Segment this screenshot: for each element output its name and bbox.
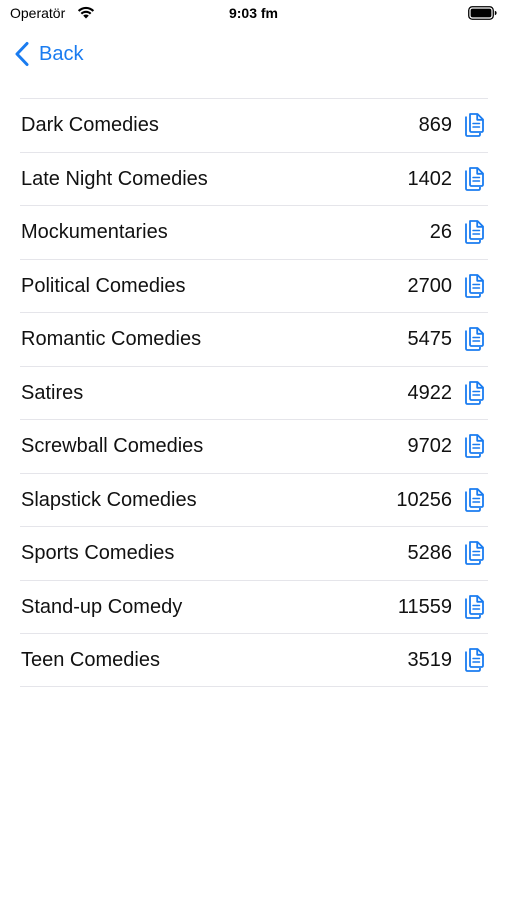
item-title: Screwball Comedies — [21, 435, 204, 457]
list-item[interactable]: Teen Comedies 3519 — [20, 633, 488, 687]
copy-document-icon[interactable] — [462, 540, 486, 566]
item-title: Slapstick Comedies — [21, 488, 197, 511]
list-item[interactable]: Slapstick Comedies 10256 — [20, 472, 488, 527]
copy-document-icon[interactable] — [462, 112, 486, 138]
back-label: Back — [39, 42, 84, 65]
screen: Operatör 9:03 fm Back Dark Comedies 869 — [0, 0, 507, 900]
list-item[interactable]: Mockumentaries 26 — [20, 205, 488, 259]
status-bar: Operatör 9:03 fm — [0, 0, 507, 30]
item-count: 11559 — [397, 595, 452, 618]
copy-document-icon[interactable] — [462, 326, 486, 352]
copy-document-icon[interactable] — [462, 647, 486, 673]
copy-document-icon[interactable] — [462, 487, 486, 513]
copy-document-icon[interactable] — [462, 166, 486, 192]
list-item[interactable]: Dark Comedies 869 — [20, 98, 488, 152]
item-count: 869 — [418, 114, 452, 136]
item-count: 4922 — [407, 381, 453, 404]
chevron-left-icon — [15, 42, 29, 66]
battery-full-icon — [468, 6, 497, 20]
item-title: Mockumentaries — [21, 221, 168, 243]
back-button[interactable]: Back — [14, 38, 83, 70]
item-title: Political Comedies — [21, 274, 186, 297]
navigation-bar: Back — [0, 30, 507, 80]
item-title: Dark Comedies — [21, 114, 159, 136]
item-title: Late Night Comedies — [21, 167, 208, 190]
copy-document-icon[interactable] — [462, 273, 486, 299]
list-item[interactable]: Satires 4922 — [20, 365, 488, 420]
clock: 9:03 fm — [228, 5, 279, 21]
list-item[interactable]: Screwball Comedies 9702 — [20, 419, 488, 473]
item-count: 5475 — [407, 328, 453, 350]
copy-document-icon[interactable] — [462, 380, 486, 406]
item-title: Stand-up Comedy — [21, 595, 183, 618]
item-title: Sports Comedies — [21, 542, 175, 564]
item-count: 26 — [429, 221, 452, 243]
copy-document-icon[interactable] — [462, 219, 486, 245]
item-count: 1402 — [407, 167, 453, 190]
copy-document-icon[interactable] — [462, 594, 486, 620]
item-title: Romantic Comedies — [21, 328, 202, 350]
item-count: 9702 — [407, 435, 453, 457]
item-title: Teen Comedies — [21, 649, 160, 671]
item-title: Satires — [21, 381, 84, 404]
list-item[interactable]: Sports Comedies 5286 — [20, 526, 488, 580]
list-item[interactable]: Late Night Comedies 1402 — [20, 151, 488, 206]
list-item[interactable]: Romantic Comedies 5475 — [20, 312, 488, 366]
category-list: Dark Comedies 869 Late Night Comedies 14… — [20, 98, 488, 687]
item-count: 3519 — [407, 649, 453, 671]
item-count: 2700 — [407, 274, 453, 297]
item-count: 10256 — [396, 488, 452, 511]
list-item[interactable]: Stand-up Comedy 11559 — [20, 579, 488, 634]
item-count: 5286 — [407, 542, 453, 564]
list-item[interactable]: Political Comedies 2700 — [20, 258, 488, 313]
copy-document-icon[interactable] — [462, 433, 486, 459]
